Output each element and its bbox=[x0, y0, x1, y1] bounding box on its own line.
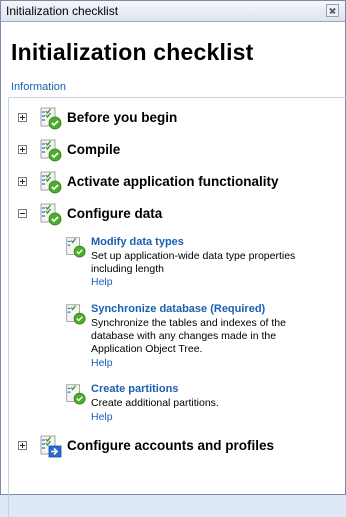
checklist-complete-icon bbox=[40, 107, 62, 130]
tree-node-activate-application-functionality[interactable]: Activate application functionality bbox=[9, 169, 346, 197]
information-link[interactable]: Information bbox=[11, 81, 66, 93]
expand-icon[interactable] bbox=[18, 177, 27, 186]
page-title: Initialization checklist bbox=[11, 39, 254, 65]
task-description: Set up application-wide data type proper… bbox=[91, 250, 296, 275]
close-button[interactable] bbox=[326, 4, 339, 17]
expand-icon[interactable] bbox=[18, 113, 27, 122]
task-description: Synchronize the tables and indexes of th… bbox=[91, 317, 286, 355]
task-title-link[interactable]: Synchronize database (Required) bbox=[91, 303, 265, 315]
node-label: Activate application functionality bbox=[67, 174, 279, 189]
tree-node-configure-accounts-and-profiles[interactable]: Configure accounts and profiles bbox=[9, 433, 346, 461]
checklist-complete-icon bbox=[40, 171, 62, 194]
checklist-content: Initialization checklist Information Bef… bbox=[2, 22, 346, 517]
tree-node-before-you-begin[interactable]: Before you begin bbox=[9, 105, 346, 133]
tree-node-compile[interactable]: Compile bbox=[9, 137, 346, 165]
task-complete-icon bbox=[66, 304, 86, 325]
checklist-complete-icon bbox=[40, 203, 62, 226]
task-title-link[interactable]: Modify data types bbox=[91, 236, 184, 248]
checklist-window: Initialization checklist Initialization … bbox=[0, 0, 346, 517]
collapse-icon[interactable] bbox=[18, 209, 27, 218]
expand-icon[interactable] bbox=[18, 441, 27, 450]
help-link[interactable]: Help bbox=[91, 357, 113, 369]
checklist-next-icon bbox=[40, 435, 62, 458]
window-title: Initialization checklist bbox=[6, 4, 119, 18]
checklist-tree: Before you begin Compile Activate applic… bbox=[8, 97, 346, 517]
task-title-link[interactable]: Create partitions bbox=[91, 383, 178, 395]
task-description: Create additional partitions. bbox=[91, 397, 219, 409]
node-label: Configure accounts and profiles bbox=[67, 438, 275, 453]
task-complete-icon bbox=[66, 237, 86, 258]
node-label: Before you begin bbox=[67, 110, 178, 125]
title-bar[interactable]: Initialization checklist bbox=[1, 1, 345, 22]
task-modify-data-types: Modify data types Set up application-wid… bbox=[63, 235, 343, 291]
node-label: Configure data bbox=[67, 206, 163, 221]
help-link[interactable]: Help bbox=[91, 411, 113, 423]
task-synchronize-database: Synchronize database (Required) Synchron… bbox=[63, 302, 343, 372]
task-complete-icon bbox=[66, 384, 86, 405]
checklist-complete-icon bbox=[40, 139, 62, 162]
task-create-partitions: Create partitions Create additional part… bbox=[63, 382, 343, 426]
node-label: Compile bbox=[67, 142, 121, 157]
expand-icon[interactable] bbox=[18, 145, 27, 154]
tree-node-configure-data[interactable]: Configure data bbox=[9, 201, 346, 229]
help-link[interactable]: Help bbox=[91, 276, 113, 288]
